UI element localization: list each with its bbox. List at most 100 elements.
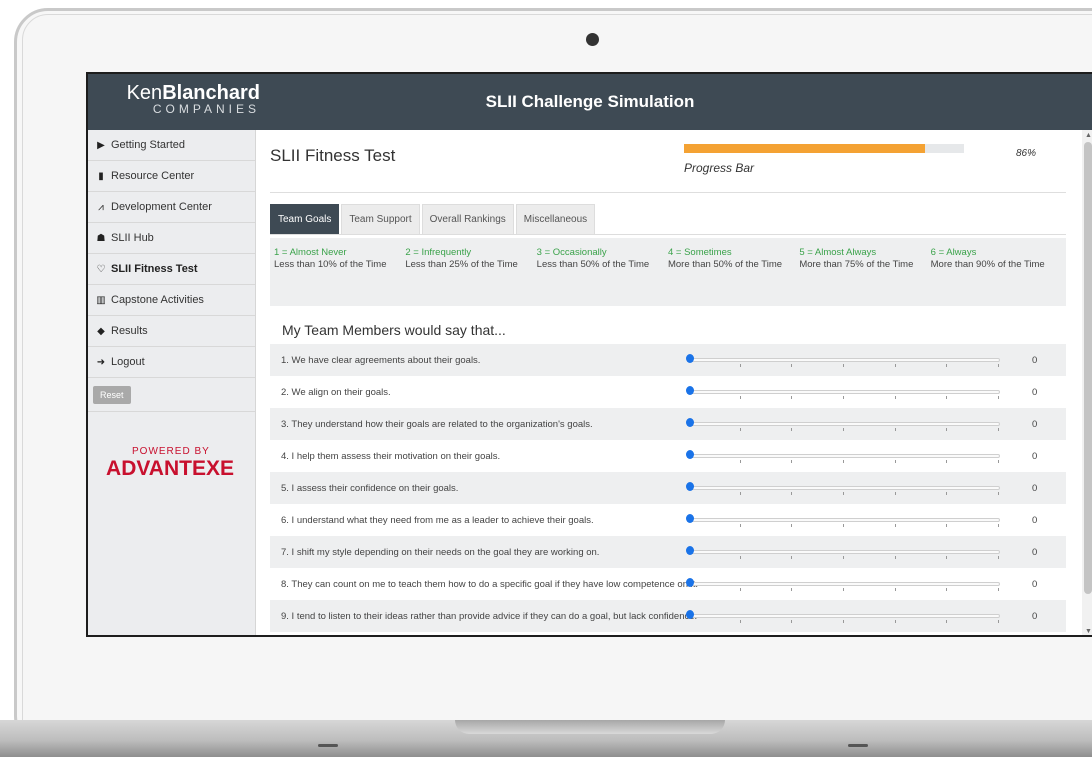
slider-tick [739, 556, 741, 559]
slider-tick [791, 364, 793, 367]
sidebar-item-label: Results [111, 325, 148, 337]
sidebar-item-label: Capstone Activities [111, 294, 204, 306]
slider-tick [739, 524, 741, 527]
page-title: SLII Fitness Test [270, 146, 396, 165]
scale-rating: 6 = Always [930, 247, 977, 258]
reset-row: Reset [88, 378, 255, 412]
scale-item: 5 = Almost Always More than 75% of the T… [799, 247, 930, 306]
chart-icon: ⩘ [98, 201, 104, 213]
rating-slider[interactable] [686, 482, 1000, 495]
divider [270, 192, 1066, 193]
sidebar-item-getting-started[interactable]: ▶ Getting Started [88, 130, 255, 161]
slider-tick [894, 492, 896, 495]
slider-tick [894, 524, 896, 527]
scale-description: Less than 50% of the Time [536, 259, 650, 270]
heartbeat-icon: ♡ [96, 263, 106, 275]
scale-item: 4 = Sometimes More than 50% of the Time [668, 247, 799, 306]
slider-handle[interactable] [686, 546, 694, 555]
slider-tick [791, 524, 793, 527]
tab-team-goals[interactable]: Team Goals [270, 204, 340, 234]
graduation-cap-icon: ◆ [97, 325, 105, 337]
scroll-down-icon[interactable]: ▼ [1085, 628, 1092, 635]
rating-slider[interactable] [686, 418, 1000, 431]
question-row: 2. We align on their goals. 0 [270, 376, 1066, 408]
slider-tick [739, 428, 741, 431]
question-value: 0 [1032, 386, 1038, 398]
tab-bar: Team Goals Team Support Overall Rankings… [270, 204, 1066, 235]
powered-by-text: POWERED BY [132, 446, 210, 457]
rating-slider[interactable] [686, 546, 1000, 559]
sidebar-item-development-center[interactable]: ⩘ Development Center [88, 192, 255, 223]
slider-handle[interactable] [686, 450, 694, 459]
slider-tick [843, 620, 844, 623]
question-row: 3. They understand how their goals are r… [270, 408, 1066, 440]
slider-handle[interactable] [686, 610, 694, 619]
slider-tick [946, 396, 948, 399]
progress-bar [684, 144, 964, 153]
question-value: 0 [1032, 514, 1038, 526]
scale-description: More than 50% of the Time [667, 259, 783, 270]
question-value: 0 [1032, 418, 1038, 430]
question-row: 1. We have clear agreements about their … [270, 344, 1066, 376]
scale-description: Less than 10% of the Time [274, 259, 387, 270]
scroll-thumb[interactable] [1084, 142, 1092, 594]
slider-tick [894, 364, 896, 367]
slider-tick [843, 524, 844, 527]
slider-tick [791, 492, 793, 495]
question-list: 1. We have clear agreements about their … [270, 344, 1066, 632]
vertical-scrollbar[interactable]: ▲ ▼ [1082, 130, 1092, 635]
advantexe-logo: POWERED BY ADVANTEXE [104, 446, 234, 481]
slider-handle[interactable] [686, 354, 694, 363]
sidebar-item-results[interactable]: ◆ Results [88, 316, 255, 347]
question-row: 8. They can count on me to teach them ho… [270, 568, 1066, 600]
question-value: 0 [1032, 354, 1038, 366]
app-header: KenBlanchard COMPANIES SLII Challenge Si… [88, 74, 1092, 130]
slider-handle[interactable] [686, 418, 694, 427]
slider-tick [791, 428, 793, 431]
webcam [586, 33, 599, 46]
rating-slider[interactable] [686, 610, 1000, 623]
slider-handle[interactable] [686, 386, 694, 395]
scale-item: 2 = Infrequently Less than 25% of the Ti… [405, 247, 536, 306]
slider-tick [843, 460, 844, 463]
rating-slider[interactable] [686, 354, 1000, 367]
question-value: 0 [1032, 610, 1038, 622]
sidebar-item-logout[interactable]: ➜ Logout [88, 347, 255, 378]
rating-slider[interactable] [686, 386, 1000, 399]
slider-tick [946, 620, 948, 623]
tab-team-support[interactable]: Team Support [341, 204, 420, 234]
slider-tick [739, 620, 741, 623]
slider-tick [843, 492, 844, 495]
question-value: 0 [1032, 578, 1038, 590]
question-row: 6. I understand what they need from me a… [270, 504, 1066, 536]
slider-tick [946, 428, 948, 431]
laptop-foot-right [848, 744, 868, 747]
slider-handle[interactable] [686, 482, 694, 491]
question-value: 0 [1032, 450, 1038, 462]
rating-slider[interactable] [686, 514, 1000, 527]
play-icon: ▶ [97, 139, 105, 151]
advantexe-text: ADVANTEXE [106, 457, 234, 480]
tab-overall-rankings[interactable]: Overall Rankings [421, 204, 514, 234]
scroll-up-icon[interactable]: ▲ [1085, 132, 1092, 139]
question-value: 0 [1032, 482, 1038, 494]
slider-tick [998, 492, 999, 495]
sidebar-item-label: SLII Hub [111, 232, 154, 244]
rating-slider[interactable] [686, 450, 1000, 463]
question-text: 2. We align on their goals. [281, 386, 391, 398]
slider-handle[interactable] [686, 514, 694, 523]
question-text: 6. I understand what they need from me a… [281, 514, 594, 526]
sidebar-item-slii-hub[interactable]: ☗ SLII Hub [88, 223, 255, 254]
slider-tick [894, 588, 896, 591]
question-row: 7. I shift my style depending on their n… [270, 536, 1066, 568]
slider-handle[interactable] [686, 578, 694, 587]
question-text: 5. I assess their confidence on their go… [281, 482, 459, 494]
sidebar-item-capstone-activities[interactable]: ▥ Capstone Activities [88, 285, 255, 316]
sidebar-item-label: Logout [111, 356, 145, 368]
tab-miscellaneous[interactable]: Miscellaneous [515, 204, 596, 234]
reset-button[interactable]: Reset [93, 385, 131, 404]
rating-slider[interactable] [686, 578, 1000, 591]
sidebar-item-slii-fitness-test[interactable]: ♡ SLII Fitness Test [88, 254, 255, 285]
progress-fill [684, 144, 925, 153]
sidebar-item-resource-center[interactable]: ▮ Resource Center [88, 161, 255, 192]
